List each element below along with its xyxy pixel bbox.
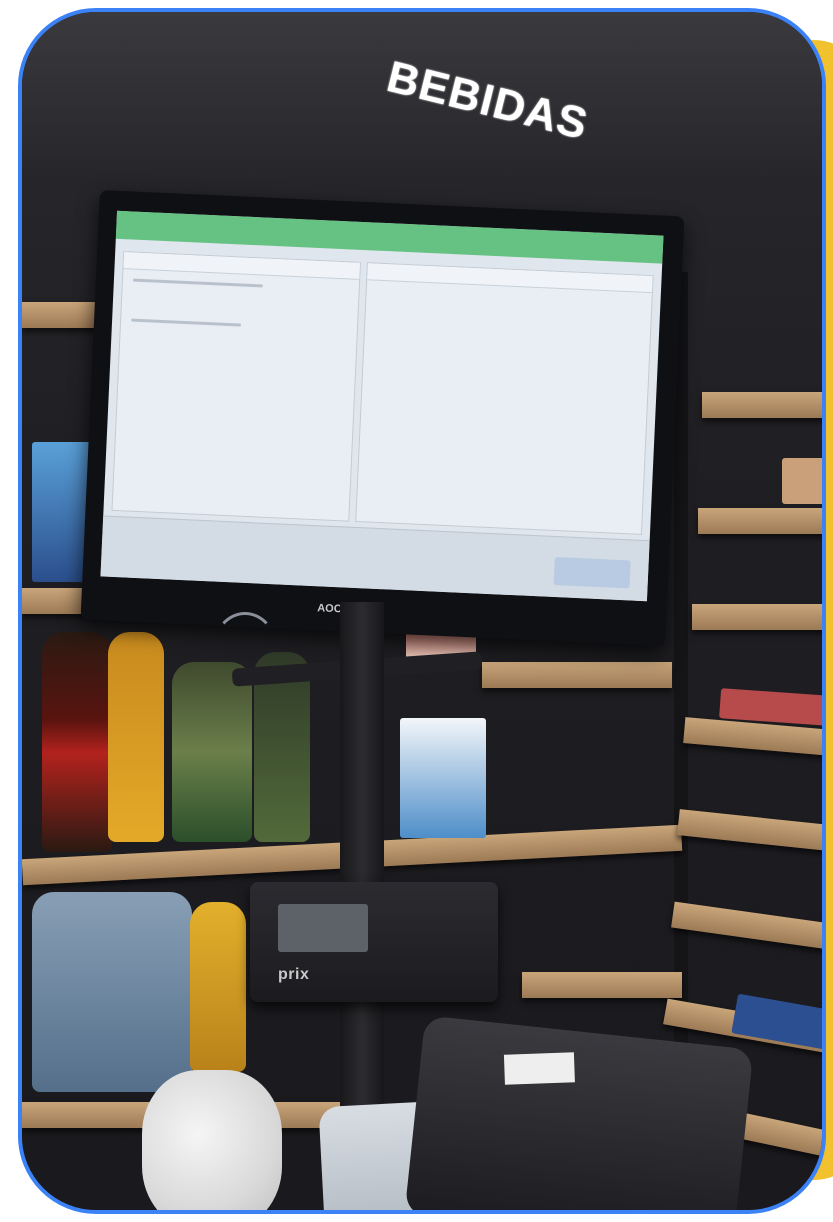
- pos-right-pane: [355, 262, 654, 535]
- monitor-brand: AOC: [316, 602, 342, 616]
- screen-text-line: [131, 318, 242, 327]
- cleaning-cloth: [142, 1070, 282, 1210]
- shelf-board: [692, 604, 822, 630]
- shelf-board: [482, 662, 672, 688]
- pos-action-button[interactable]: [553, 557, 631, 589]
- scanner-display: [278, 904, 368, 952]
- beverage-bottle: [172, 662, 252, 842]
- pos-screen: [100, 210, 664, 602]
- scanner-brand: prix: [278, 966, 310, 983]
- barcode-scanner: prix: [250, 882, 498, 1002]
- photo-frame: BEBIDAS AOC prix: [18, 8, 826, 1214]
- water-bottles: [32, 892, 192, 1092]
- juice-bottle: [108, 632, 164, 842]
- pos-monitor: AOC: [80, 190, 685, 647]
- pos-right-pane-header: [367, 263, 653, 294]
- pos-left-pane: [111, 251, 362, 522]
- shelf-board: [702, 392, 822, 418]
- pos-left-pane-header: [123, 252, 360, 280]
- water-pack: [400, 718, 486, 838]
- screen-text-line: [132, 278, 263, 288]
- cola-bottle: [42, 632, 112, 852]
- shelf-board: [698, 508, 822, 534]
- shelf-board: [22, 302, 102, 328]
- cable: [212, 612, 278, 688]
- receipt-label: [503, 1052, 575, 1085]
- snack-box: [782, 458, 822, 504]
- receipt-printer: [404, 1015, 754, 1210]
- shelf-board: [522, 972, 682, 998]
- oil-bottle: [190, 902, 246, 1072]
